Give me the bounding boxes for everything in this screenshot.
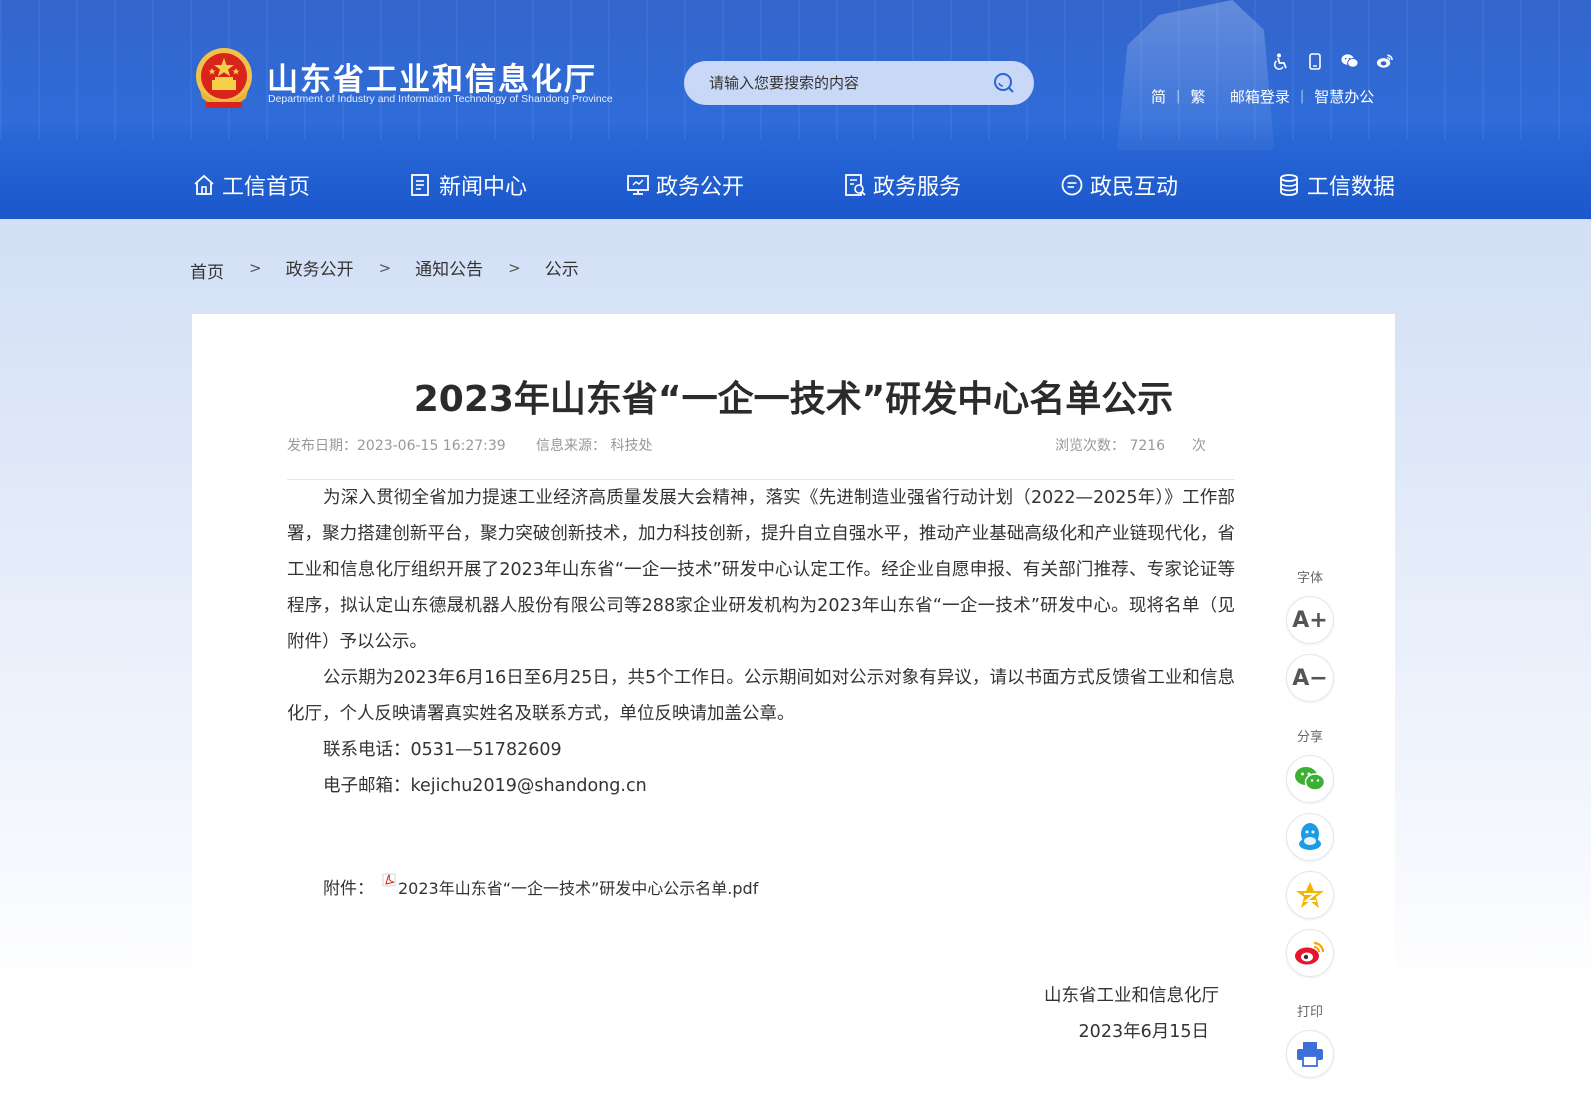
- traditional-chinese-link[interactable]: 繁: [1190, 86, 1205, 107]
- wechat-icon[interactable]: [1341, 52, 1359, 70]
- share-label: 分享: [1296, 730, 1323, 745]
- breadcrumb-notices[interactable]: 通知公告: [415, 255, 483, 280]
- database-icon: [1280, 174, 1298, 196]
- breadcrumb-separator: >: [508, 258, 521, 277]
- weibo-icon: [1295, 941, 1325, 965]
- simplified-chinese-link[interactable]: 简: [1151, 86, 1166, 107]
- mail-login-link[interactable]: 邮箱登录: [1230, 86, 1290, 107]
- font-increase-button[interactable]: A+: [1286, 596, 1334, 644]
- nav-item-gov-affairs[interactable]: 政务公开: [626, 169, 744, 201]
- nav-item-gov-service[interactable]: 政务服务: [843, 169, 961, 201]
- paragraph: 公示期为2023年6月16日至6月25日，共5个工作日。公示期间如对公示对象有异…: [287, 668, 1235, 724]
- top-links: 简 | 繁 | 邮箱登录 | 智慧办公: [1151, 86, 1374, 107]
- search-icon: [994, 73, 1014, 93]
- breadcrumb-home[interactable]: 首页: [190, 258, 224, 283]
- nav-label: 工信首页: [222, 175, 311, 200]
- printer-icon: [1297, 1042, 1323, 1067]
- search-button[interactable]: [982, 61, 1026, 105]
- attachment-label: 附件：: [323, 879, 374, 899]
- attachment: 附件： 2023年山东省“一企一技术”研发中心公示名单.pdf: [323, 873, 758, 899]
- breadcrumb-publicity[interactable]: 公示: [545, 255, 579, 280]
- article-title: 2023年山东省“一企一技术”研发中心名单公示: [413, 379, 1174, 420]
- share-wechat-button[interactable]: [1286, 755, 1334, 803]
- nav-label: 新闻中心: [438, 175, 527, 200]
- info-source: 信息来源： 科技处: [536, 438, 653, 454]
- view-count-unit: 次: [1192, 438, 1206, 454]
- article-body: 为深入贯彻全省加力提速工业经济高质量发展大会精神，落实《先进制造业强省行动计划（…: [287, 480, 1235, 804]
- nav-label: 政务公开: [655, 175, 744, 200]
- font-increase-icon: A+: [1292, 607, 1328, 633]
- site-subtitle: Department of Industry and Information T…: [268, 93, 613, 105]
- service-icon: [845, 174, 866, 196]
- nav-item-data[interactable]: 工信数据: [1277, 169, 1395, 201]
- link-divider: |: [1299, 89, 1305, 104]
- nav-item-news[interactable]: 新闻中心: [409, 169, 527, 201]
- accessibility-icon[interactable]: [1271, 52, 1289, 70]
- share-qq-button[interactable]: [1286, 813, 1334, 861]
- print-button[interactable]: [1286, 1030, 1334, 1078]
- breadcrumb-separator: >: [249, 258, 262, 277]
- link-divider: |: [1176, 89, 1181, 104]
- print-label: 打印: [1296, 1005, 1323, 1020]
- pdf-icon: [382, 873, 396, 886]
- share-weibo-button[interactable]: [1286, 929, 1334, 977]
- signature-org: 山东省工业和信息化厅: [1044, 986, 1219, 1006]
- news-icon: [411, 174, 429, 196]
- chat-icon: [1061, 174, 1083, 196]
- mobile-icon[interactable]: [1306, 52, 1324, 70]
- top-utility-icons: [1271, 52, 1394, 70]
- breadcrumb-gov-affairs[interactable]: 政务公开: [286, 255, 354, 280]
- smart-office-link[interactable]: 智慧办公: [1314, 86, 1374, 107]
- font-decrease-button[interactable]: A−: [1286, 654, 1334, 702]
- attachment-link[interactable]: 2023年山东省“一企一技术”研发中心公示名单.pdf: [398, 875, 758, 899]
- article-card: 2023年山东省“一企一技术”研发中心名单公示 发布日期：2023-06-15 …: [192, 314, 1395, 1105]
- home-icon: [194, 174, 214, 195]
- search-box: [684, 61, 1034, 105]
- qzone-icon: [1296, 882, 1324, 908]
- contact-email: 电子邮箱：kejichu2019@shandong.cn: [323, 776, 647, 796]
- signature-date: 2023年6月15日: [1078, 1022, 1209, 1042]
- nav-label: 政民互动: [1089, 175, 1178, 200]
- paragraph: 为深入贯彻全省加力提速工业经济高质量发展大会精神，落实《先进制造业强省行动计划（…: [287, 488, 1235, 652]
- publish-date: 发布日期：2023-06-15 16:27:39: [287, 438, 506, 454]
- wechat-icon: [1295, 767, 1326, 791]
- site-header: 山东省工业和信息化厅 Department of Industry and In…: [0, 0, 1591, 219]
- monitor-icon: [627, 175, 649, 195]
- national-emblem-icon[interactable]: [192, 46, 256, 114]
- nav-item-home[interactable]: 工信首页: [192, 169, 310, 201]
- contact-phone: 联系电话：0531—51782609: [323, 740, 562, 760]
- font-size-label: 字体: [1296, 571, 1323, 586]
- search-input[interactable]: [684, 61, 982, 105]
- share-qzone-button[interactable]: [1286, 871, 1334, 919]
- breadcrumb: 首页 > 政务公开 > 通知公告 > 公示: [190, 255, 579, 284]
- nav-label: 政务服务: [872, 175, 961, 200]
- signature: 山东省工业和信息化厅 2023年6月15日: [1044, 978, 1219, 1050]
- qq-icon: [1299, 823, 1321, 850]
- font-decrease-icon: A−: [1292, 665, 1328, 691]
- side-toolbar: 字体 A+ A− 分享 打印: [1286, 567, 1334, 1088]
- weibo-icon[interactable]: [1376, 52, 1394, 70]
- main-nav: 工信首页 新闻中心 政务公开 政务服务 政民互动 工信数据: [192, 165, 1395, 205]
- breadcrumb-separator: >: [378, 258, 392, 277]
- nav-label: 工信数据: [1306, 175, 1395, 200]
- nav-item-interaction[interactable]: 政民互动: [1060, 169, 1178, 201]
- view-count: 浏览次数： 7216: [1055, 438, 1166, 454]
